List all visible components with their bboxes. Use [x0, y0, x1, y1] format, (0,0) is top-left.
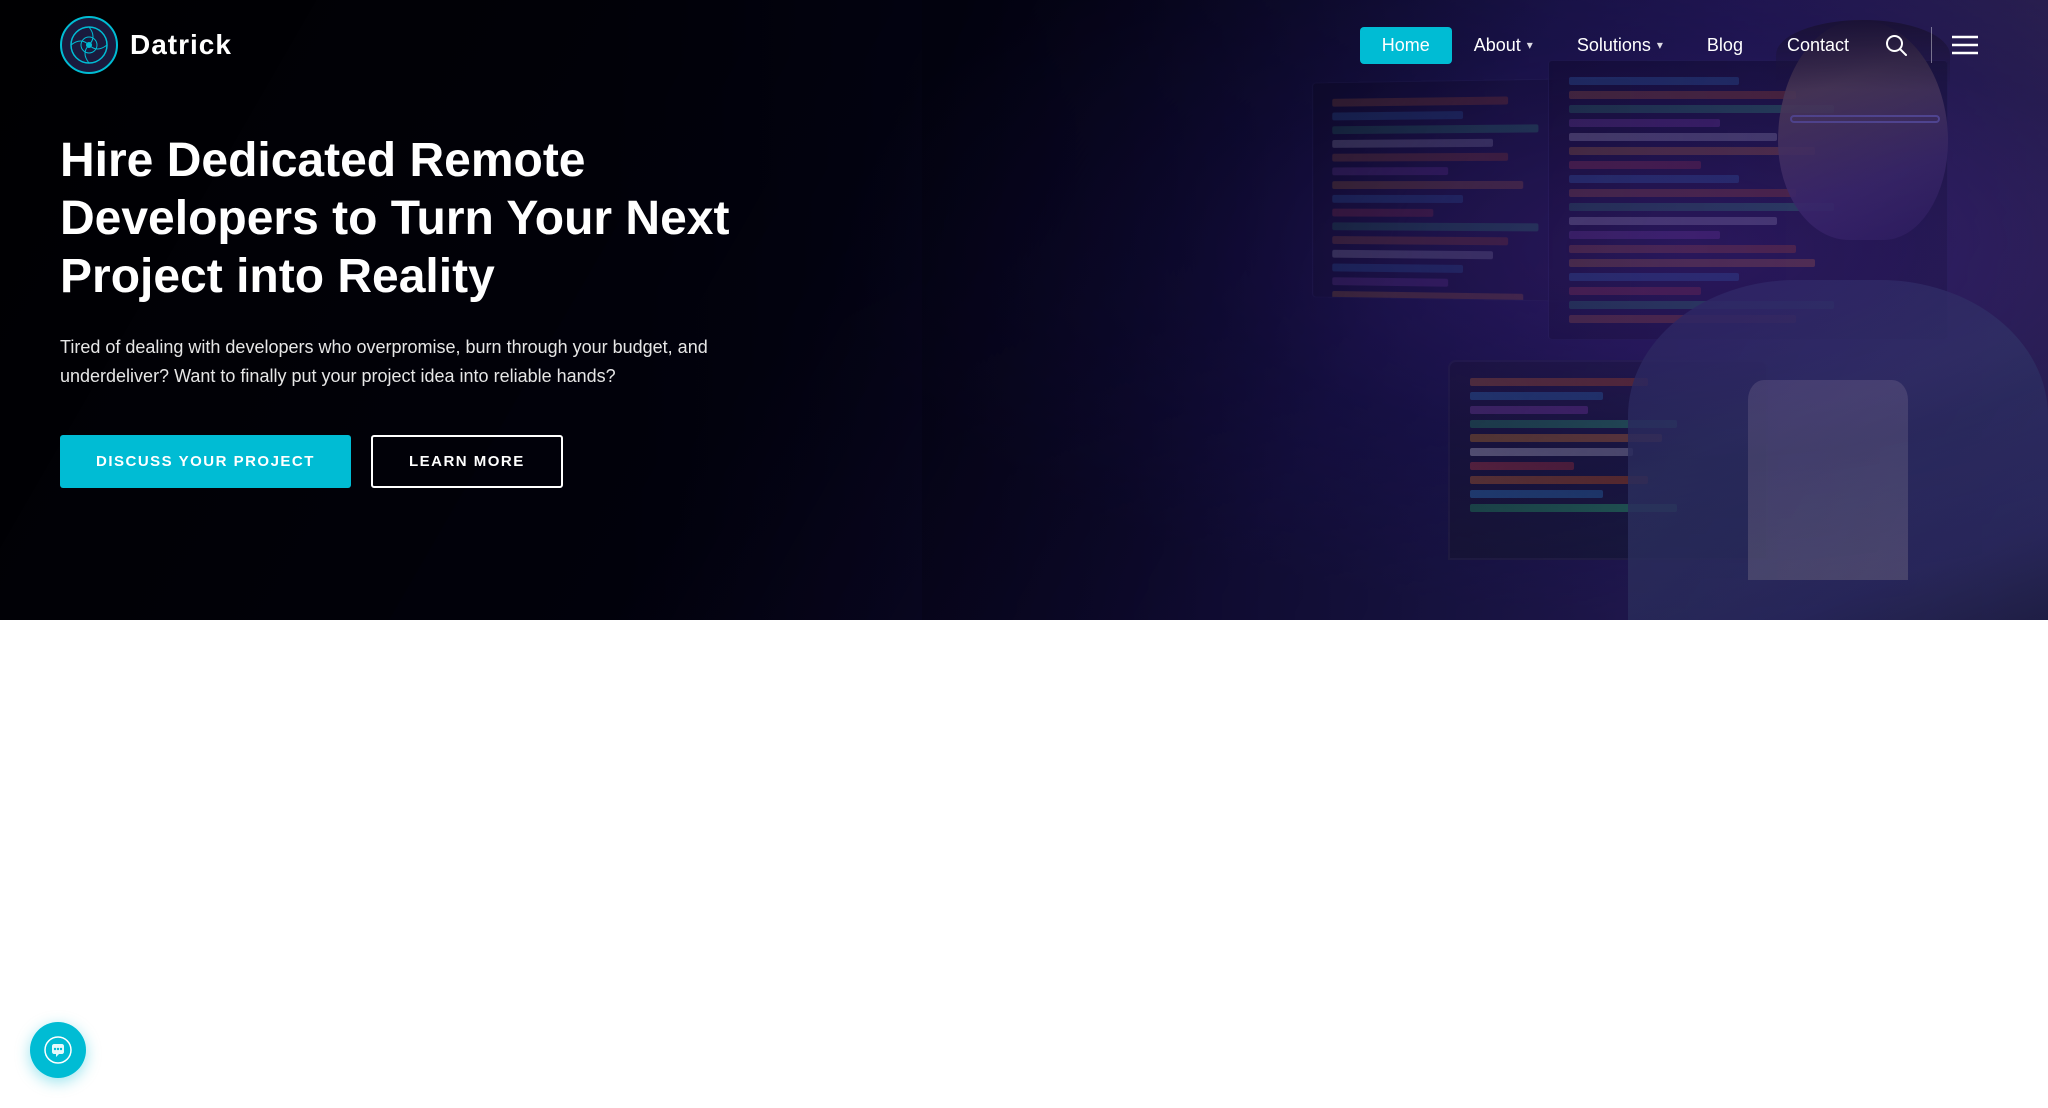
hamburger-menu-button[interactable]: [1942, 27, 1988, 63]
nav-divider: [1931, 27, 1932, 63]
chevron-down-icon: ▾: [1527, 38, 1533, 52]
nav-solutions[interactable]: Solutions ▾: [1555, 27, 1685, 64]
chevron-down-icon: ▾: [1657, 38, 1663, 52]
nav-contact[interactable]: Contact: [1765, 27, 1871, 64]
nav-links: Home About ▾ Solutions ▾ Blog Contact: [1360, 26, 1988, 64]
search-button[interactable]: [1871, 26, 1921, 64]
below-hero-section: [0, 620, 2048, 1108]
discuss-project-button[interactable]: DISCUSS YOUR PROJECT: [60, 435, 351, 488]
brand-name: Datrick: [130, 29, 232, 61]
hero-subtitle: Tired of dealing with developers who ove…: [60, 333, 800, 391]
hero-title: Hire Dedicated Remote Developers to Turn…: [60, 132, 800, 305]
nav-home[interactable]: Home: [1360, 27, 1452, 64]
hero-buttons: DISCUSS YOUR PROJECT LEARN MORE: [60, 435, 800, 488]
hero-section: Hire Dedicated Remote Developers to Turn…: [0, 0, 2048, 620]
nav-blog[interactable]: Blog: [1685, 27, 1765, 64]
learn-more-button[interactable]: LEARN MORE: [371, 435, 563, 488]
logo[interactable]: Datrick: [60, 16, 232, 74]
logo-icon: [60, 16, 118, 74]
floating-chat-button[interactable]: [30, 1022, 86, 1078]
hero-content: Hire Dedicated Remote Developers to Turn…: [0, 132, 860, 487]
nav-about[interactable]: About ▾: [1452, 27, 1555, 64]
navbar: Datrick Home About ▾ Solutions ▾ Blog Co…: [0, 0, 2048, 90]
